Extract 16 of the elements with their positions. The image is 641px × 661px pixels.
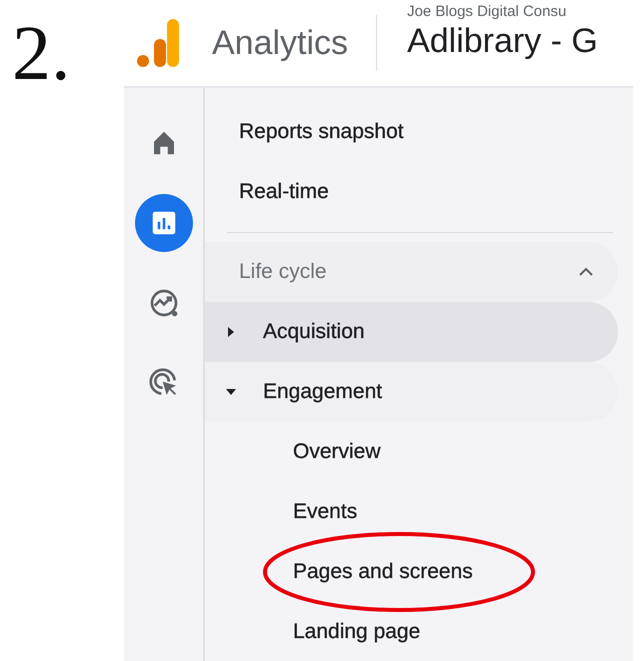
nav-link[interactable]: Reports snapshot [205,102,633,162]
nav-link[interactable]: Landing page [293,620,420,644]
nav-group[interactable]: Acquisition [205,302,618,362]
nav-link[interactable]: Overview [293,440,381,464]
section-header[interactable]: Life cycle [205,242,618,302]
account-name: Joe Blogs Digital Consu [407,3,568,20]
nav-link[interactable]: Events [293,500,358,524]
nav-group[interactable]: Engagement [205,362,618,422]
analytics-logo [134,17,180,69]
property-name: Adlibrary - G [407,22,598,61]
product-name: Analytics [212,24,348,62]
nav-link[interactable]: Pages and screens [293,560,473,584]
nav-link[interactable]: Real-time [205,162,633,222]
chevron-icon [578,267,594,277]
step-number: 2. [12,9,70,96]
trend-chart-icon [148,287,180,319]
